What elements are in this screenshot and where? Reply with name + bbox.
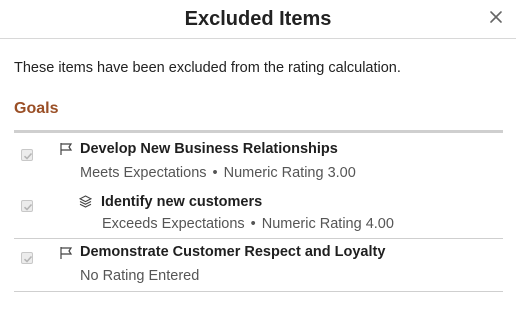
dialog-header: Excluded Items	[0, 0, 516, 39]
item-title[interactable]: Identify new customers	[101, 194, 262, 210]
rating-text: Meets Expectations	[80, 165, 207, 181]
item-meta: Meets Expectations • Numeric Rating 3.00	[80, 165, 356, 181]
item-meta: Exceeds Expectations • Numeric Rating 4.00	[102, 216, 394, 232]
item-checkbox[interactable]	[21, 149, 33, 161]
item-checkbox[interactable]	[21, 200, 33, 212]
item-title[interactable]: Develop New Business Relationships	[80, 141, 338, 157]
numeric-rating: Numeric Rating 3.00	[223, 165, 356, 181]
flag-icon	[60, 247, 73, 259]
close-icon[interactable]	[488, 9, 504, 25]
rating-text: Exceeds Expectations	[102, 216, 245, 232]
separator: •	[250, 216, 256, 232]
separator: •	[212, 165, 218, 181]
flag-icon	[60, 143, 73, 155]
rating-text: No Rating Entered	[80, 268, 200, 284]
section-title: Goals	[14, 100, 59, 117]
list-item: Develop New Business Relationships Meets…	[14, 133, 503, 187]
numeric-rating: Numeric Rating 4.00	[261, 216, 394, 232]
intro-text: These items have been excluded from the …	[14, 60, 401, 76]
dialog-title: Excluded Items	[184, 8, 332, 30]
layers-icon	[79, 195, 92, 208]
item-title[interactable]: Demonstrate Customer Respect and Loyalty	[80, 244, 385, 260]
item-meta: No Rating Entered	[80, 268, 199, 284]
list-item: Demonstrate Customer Respect and Loyalty…	[14, 239, 503, 292]
list-item: Identify new customers Exceeds Expectati…	[14, 187, 503, 239]
item-checkbox[interactable]	[21, 252, 33, 264]
